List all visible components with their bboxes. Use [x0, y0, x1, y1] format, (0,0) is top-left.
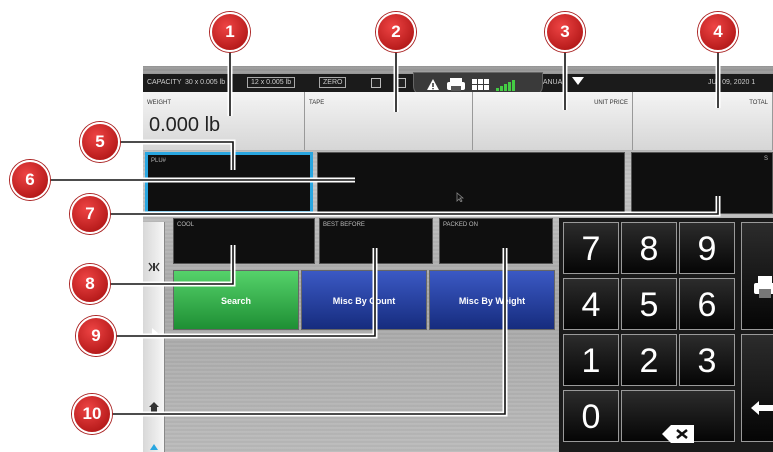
key-5[interactable]: 5: [621, 278, 677, 330]
enter-key[interactable]: [741, 334, 773, 442]
key-9[interactable]: 9: [679, 222, 735, 274]
key-4[interactable]: 4: [563, 278, 619, 330]
date-display: JUL 09, 2020 1: [708, 79, 756, 86]
item-description-field[interactable]: [317, 152, 625, 214]
mode-dropdown-icon[interactable]: [571, 76, 585, 88]
misc-by-weight-button[interactable]: Misc By Weight: [429, 270, 555, 330]
tape-label: TAPE: [309, 100, 325, 106]
capacity-value: 30 x 0.005 lb: [185, 79, 226, 86]
packed-on-label: PACKED ON: [443, 222, 478, 228]
zero-indicator: ZERO: [319, 77, 347, 88]
cool-label: COOL: [177, 222, 195, 228]
cool-field[interactable]: COOL: [173, 218, 315, 264]
packed-on-field[interactable]: PACKED ON: [439, 218, 553, 264]
print-key[interactable]: [741, 222, 773, 330]
scroll-up-icon[interactable]: [149, 438, 159, 452]
callout-5: 5: [80, 122, 120, 162]
callout-10: 10: [72, 394, 112, 434]
expand-arrow-icon[interactable]: [151, 326, 159, 344]
backspace-icon: [661, 407, 695, 452]
unit-price-panel[interactable]: UNIT PRICE: [473, 92, 633, 150]
unit-price-label: UNIT PRICE: [594, 100, 628, 106]
side-nav-strip: [143, 222, 165, 452]
plu-field[interactable]: PLU#: [145, 152, 313, 214]
side-field[interactable]: S: [631, 152, 773, 214]
cursor-icon: [456, 189, 465, 207]
key-8[interactable]: 8: [621, 222, 677, 274]
callout-3: 3: [545, 12, 585, 52]
weight-label: WEIGHT: [147, 100, 171, 106]
plu-label: PLU#: [151, 158, 167, 164]
search-button[interactable]: Search: [173, 270, 299, 330]
callout-1: 1: [210, 12, 250, 52]
side-field-label: S: [763, 156, 768, 162]
home-icon[interactable]: [148, 400, 160, 418]
total-panel: TOTAL: [633, 92, 773, 150]
documentation-figure: CAPACITY 30 x 0.005 lb 12 x 0.005 lb ZER…: [0, 0, 773, 452]
key-7[interactable]: 7: [563, 222, 619, 274]
callout-9: 9: [76, 316, 116, 356]
callout-7: 7: [70, 194, 110, 234]
indicator-square-1: [371, 78, 381, 88]
callout-8: 8: [70, 264, 110, 304]
key-1[interactable]: 1: [563, 334, 619, 386]
total-label: TOTAL: [749, 100, 768, 106]
key-2[interactable]: 2: [621, 334, 677, 386]
best-before-field[interactable]: BEST BEFORE: [319, 218, 433, 264]
capacity-label: CAPACITY: [147, 79, 182, 86]
key-3[interactable]: 3: [679, 334, 735, 386]
misc-by-count-button[interactable]: Misc By Count: [301, 270, 427, 330]
print-key-icon: [752, 263, 773, 315]
tape-panel[interactable]: TAPE: [305, 92, 473, 150]
key-6[interactable]: 6: [679, 278, 735, 330]
callout-4: 4: [698, 12, 738, 52]
callout-2: 2: [376, 12, 416, 52]
weight-value: 0.000 lb: [149, 114, 221, 136]
enter-arrow-icon: [750, 379, 773, 431]
callout-6: 6: [10, 160, 50, 200]
scale-connection-icon[interactable]: [147, 260, 161, 278]
division-indicator: 12 x 0.005 lb: [247, 77, 296, 88]
scale-touchscreen: CAPACITY 30 x 0.005 lb 12 x 0.005 lb ZER…: [143, 66, 773, 452]
key-0[interactable]: 0: [563, 390, 619, 442]
best-before-label: BEST BEFORE: [323, 222, 365, 228]
weight-panel: WEIGHT 0.000 lb: [143, 92, 305, 150]
backspace-key[interactable]: [621, 390, 735, 443]
indicator-square-2: [396, 78, 406, 88]
